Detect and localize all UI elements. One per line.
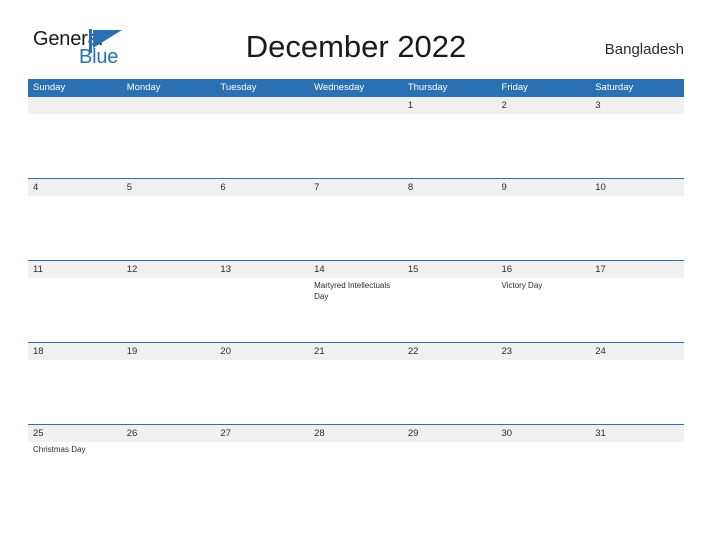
day-number: 1 xyxy=(407,100,414,111)
day-cell[interactable]: 6 xyxy=(215,179,309,260)
day-cell[interactable]: 21 xyxy=(309,343,403,424)
week-row: 25 Christmas Day 26 27 28 29 30 31 xyxy=(28,424,684,506)
day-number: 14 xyxy=(314,264,325,275)
day-cell[interactable]: 17 xyxy=(590,261,684,342)
day-cell[interactable]: 13 xyxy=(215,261,309,342)
day-cell[interactable]: 20 xyxy=(215,343,309,424)
day-number: 17 xyxy=(595,264,606,275)
day-cell[interactable]: 26 xyxy=(122,425,216,506)
day-number: 30 xyxy=(501,428,513,439)
day-cell[interactable]: 28 xyxy=(309,425,403,506)
day-number: 11 xyxy=(33,264,43,275)
day-number: 28 xyxy=(314,428,325,439)
day-number: 10 xyxy=(595,182,606,193)
weekday-wednesday: Wednesday xyxy=(314,82,365,93)
day-cell[interactable]: 4 xyxy=(28,179,122,260)
day-cell[interactable]: 7 xyxy=(309,179,403,260)
weekday-saturday: Saturday xyxy=(595,82,634,93)
day-cell[interactable]: 29 xyxy=(403,425,497,506)
day-cell[interactable]: 5 xyxy=(122,179,216,260)
week-row: 11 12 13 14 Martyred Intellectuals Day 15… xyxy=(28,260,684,342)
day-cell[interactable] xyxy=(28,97,122,178)
day-cell[interactable]: 8 xyxy=(403,179,497,260)
day-number: 8 xyxy=(407,182,414,193)
day-number: 19 xyxy=(126,346,138,357)
weekday-friday: Friday xyxy=(501,82,528,93)
day-number: 26 xyxy=(126,428,138,439)
day-number: 3 xyxy=(595,100,601,111)
day-cell[interactable]: 15 xyxy=(403,261,497,342)
weekday-sunday: Sunday xyxy=(33,82,66,93)
day-cell[interactable]: 23 xyxy=(497,343,591,424)
day-number: 12 xyxy=(126,264,138,275)
day-number: 21 xyxy=(314,346,325,357)
weekday-tuesday: Tuesday xyxy=(220,82,257,93)
day-number: 18 xyxy=(33,346,44,357)
day-event: Victory Day xyxy=(501,281,543,290)
day-cell[interactable]: 30 xyxy=(497,425,591,506)
day-cell[interactable]: 2 xyxy=(497,97,591,178)
day-event: Martyred Intellectuals Day xyxy=(314,281,391,301)
day-number: 20 xyxy=(220,346,231,357)
day-cell[interactable] xyxy=(122,97,216,178)
day-cell[interactable]: 10 xyxy=(590,179,684,260)
week-row: 4 5 6 7 8 9 10 xyxy=(28,178,684,260)
day-cell[interactable]: 31 xyxy=(590,425,684,506)
day-cell[interactable]: 16 Victory Day xyxy=(497,261,591,342)
weekday-header-row: Sunday Monday Tuesday Wednesday Thursday… xyxy=(28,79,684,96)
day-cell[interactable]: 18 xyxy=(28,343,122,424)
day-number: 23 xyxy=(501,346,513,357)
weekday-thursday: Thursday xyxy=(407,82,448,93)
day-number: 27 xyxy=(220,428,231,439)
day-cell[interactable]: 9 xyxy=(497,179,591,260)
day-number: 22 xyxy=(407,346,419,357)
day-cell[interactable]: 1 xyxy=(403,97,497,178)
day-number: 6 xyxy=(220,182,226,193)
day-cell[interactable]: 19 xyxy=(122,343,216,424)
day-cell[interactable]: 12 xyxy=(122,261,216,342)
day-cell[interactable]: 3 xyxy=(590,97,684,178)
day-cell[interactable]: 25 Christmas Day xyxy=(28,425,122,506)
day-number: 24 xyxy=(595,346,606,357)
page-header: General Blue December 2022 Bangladesh xyxy=(0,0,712,78)
day-number: 13 xyxy=(220,264,231,275)
day-cell[interactable]: 11 xyxy=(28,261,122,342)
day-cell[interactable]: 14 Martyred Intellectuals Day xyxy=(309,261,403,342)
day-number: 4 xyxy=(33,182,39,193)
day-cell[interactable]: 27 xyxy=(215,425,309,506)
day-number: 29 xyxy=(407,428,419,439)
day-cell[interactable] xyxy=(215,97,309,178)
calendar-grid: Sunday Monday Tuesday Wednesday Thursday… xyxy=(28,79,684,506)
weekday-monday: Monday xyxy=(126,82,161,93)
day-number: 15 xyxy=(407,264,419,275)
day-cell[interactable] xyxy=(309,97,403,178)
calendar-page: General Blue December 2022 Bangladesh Su… xyxy=(0,0,712,550)
day-cell[interactable]: 24 xyxy=(590,343,684,424)
week-row: 1 2 3 xyxy=(28,96,684,178)
country-label: Bangladesh xyxy=(604,41,684,58)
day-number: 25 xyxy=(33,428,44,439)
day-number: 31 xyxy=(595,428,606,439)
day-number: 16 xyxy=(501,264,513,275)
day-number: 7 xyxy=(314,182,320,193)
day-number: 2 xyxy=(501,100,507,111)
day-number: 9 xyxy=(501,182,507,193)
day-number: 5 xyxy=(126,182,132,193)
week-row: 18 19 20 21 22 23 24 xyxy=(28,342,684,424)
day-cell[interactable]: 22 xyxy=(403,343,497,424)
day-event: Christmas Day xyxy=(33,445,86,454)
